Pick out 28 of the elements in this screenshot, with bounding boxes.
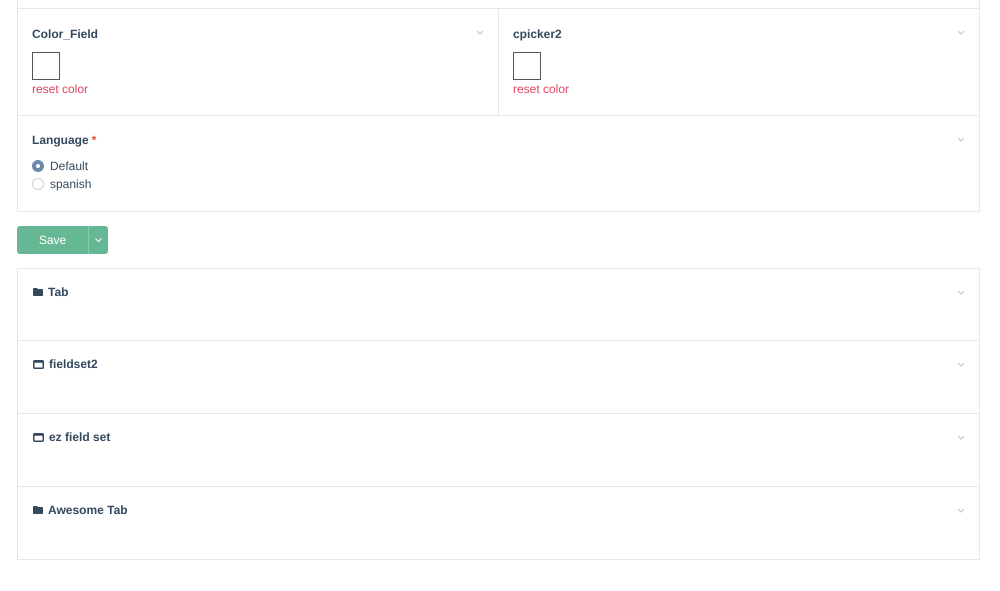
reset-color-link[interactable]: reset color [32, 82, 88, 96]
chevron-icon[interactable] [957, 30, 965, 35]
dropdown-button[interactable] [88, 226, 108, 254]
chevron-icon[interactable] [957, 137, 965, 142]
section-title[interactable]: Awesome Tab [48, 503, 128, 517]
window-icon [33, 432, 44, 442]
chevron-icon[interactable] [957, 435, 965, 440]
field-label: Language [32, 133, 89, 147]
section-title[interactable]: fieldset2 [49, 357, 98, 371]
required-mark: * [92, 133, 96, 147]
section-title[interactable]: Tab [48, 285, 68, 299]
chevron-icon[interactable] [957, 508, 965, 513]
field-label: cpicker2 [513, 27, 562, 41]
field-label: Color_Field [32, 27, 98, 41]
chevron-icon[interactable] [957, 290, 965, 295]
reset-color-link[interactable]: reset color [513, 82, 570, 96]
chevron-icon[interactable] [476, 30, 484, 35]
radio-label[interactable]: Default [50, 159, 88, 173]
color-swatch[interactable] [513, 52, 541, 80]
chevron-icon[interactable] [957, 362, 965, 367]
radio-label[interactable]: spanish [50, 177, 92, 191]
folder-icon [33, 288, 43, 296]
caret-icon [95, 238, 102, 242]
section-title[interactable]: ez field set [49, 430, 110, 444]
radio-button[interactable] [32, 160, 44, 172]
window-icon [33, 360, 44, 368]
folder-icon [33, 506, 43, 514]
color-swatch[interactable] [32, 52, 60, 80]
